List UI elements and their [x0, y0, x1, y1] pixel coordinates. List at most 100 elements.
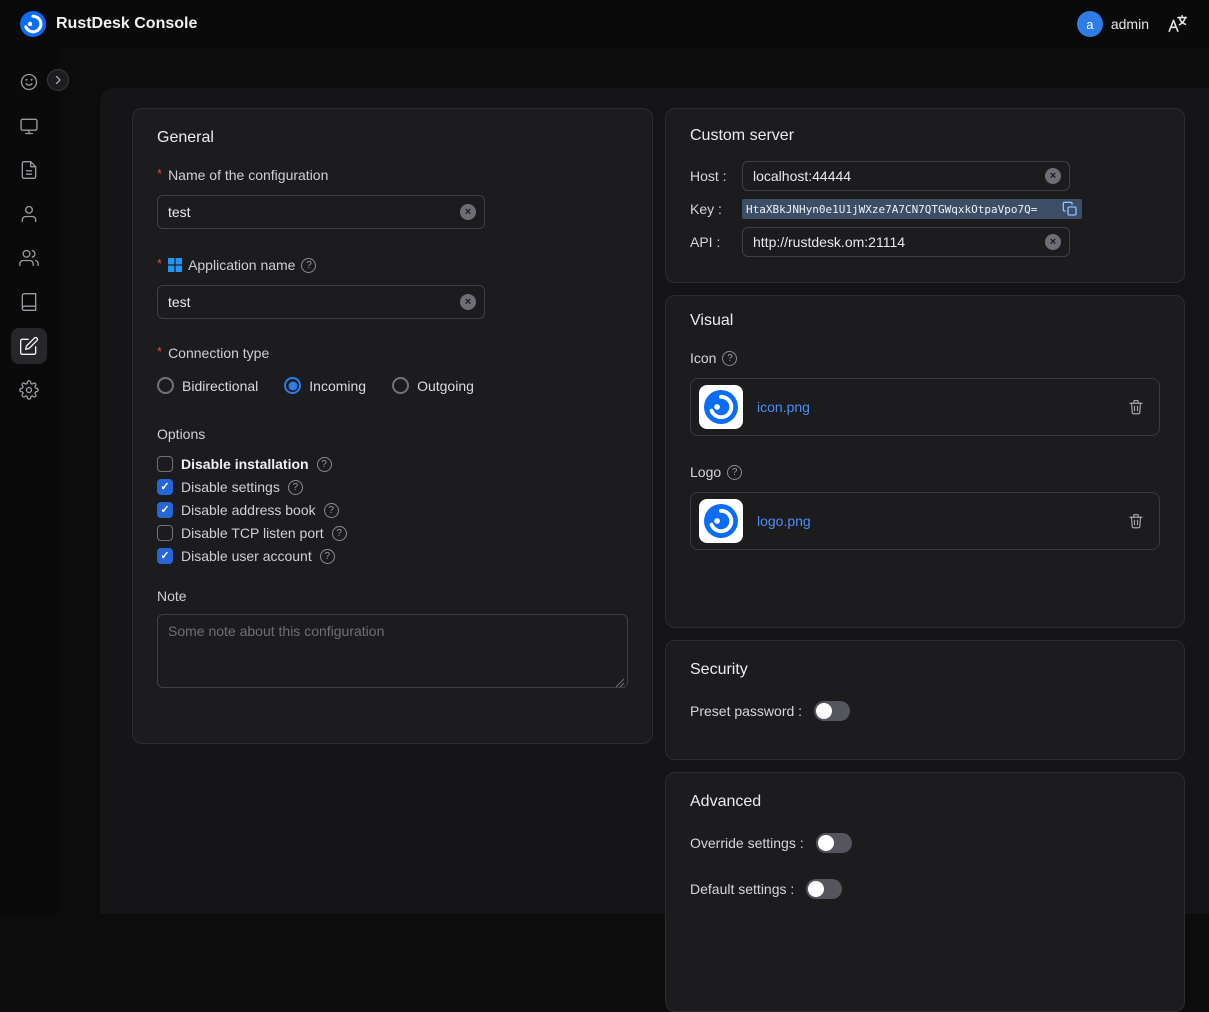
chevron-right-icon	[52, 74, 64, 86]
sidebar	[0, 48, 58, 914]
sidebar-item-devices[interactable]	[11, 108, 47, 144]
radio-incoming[interactable]: Incoming	[284, 377, 366, 394]
visual-title: Visual	[690, 312, 1160, 330]
edit-icon	[19, 336, 39, 356]
document-icon	[19, 160, 39, 180]
custom-server-title: Custom server	[690, 127, 1160, 145]
application-input[interactable]	[168, 294, 454, 310]
preset-password-toggle[interactable]	[814, 701, 850, 721]
general-title: General	[157, 129, 628, 147]
connection-type-group: Bidirectional Incoming Outgoing	[157, 377, 628, 394]
note-textarea[interactable]	[157, 614, 628, 688]
radio-control[interactable]	[284, 377, 301, 394]
checkbox-disable-address-book[interactable]: Disable address book ?	[157, 502, 628, 518]
radio-bidirectional[interactable]: Bidirectional	[157, 377, 258, 394]
sidebar-item-audit-log[interactable]	[11, 284, 47, 320]
checkbox-control[interactable]	[157, 548, 173, 564]
delete-icon-file-icon[interactable]	[1127, 398, 1145, 416]
options-list: Disable installation ? Disable settings …	[157, 456, 628, 564]
icon-preview	[699, 385, 743, 429]
application-input-wrap: ×	[157, 285, 485, 319]
radio-control[interactable]	[392, 377, 409, 394]
app-title: RustDesk Console	[56, 15, 197, 33]
topbar: RustDesk Console a admin	[0, 0, 1209, 48]
help-icon[interactable]: ?	[332, 526, 347, 541]
default-settings-label: Default settings :	[690, 881, 794, 897]
help-icon[interactable]: ?	[317, 457, 332, 472]
help-icon[interactable]: ?	[722, 351, 737, 366]
sidebar-item-user[interactable]	[11, 196, 47, 232]
clear-name-icon[interactable]: ×	[460, 204, 476, 220]
logo-file-link[interactable]: logo.png	[757, 513, 1113, 529]
advanced-title: Advanced	[690, 793, 1160, 811]
help-icon[interactable]: ?	[324, 503, 339, 518]
monitor-icon	[19, 116, 39, 136]
key-value-box: HtaXBkJNHyn0e1U1jWXze7A7CN7QTGWqxkOtpaVp…	[742, 199, 1082, 219]
name-input[interactable]	[168, 204, 454, 220]
main-panel: General * Name of the configuration × *	[100, 88, 1209, 914]
note-label: Note	[157, 588, 628, 604]
required-asterisk: *	[157, 166, 162, 181]
required-asterisk: *	[157, 256, 162, 271]
icon-file-box: icon.png	[690, 378, 1160, 436]
key-label: Key :	[690, 201, 742, 217]
clear-application-icon[interactable]: ×	[460, 294, 476, 310]
sidebar-expand-button[interactable]	[47, 69, 69, 91]
icon-file-link[interactable]: icon.png	[757, 399, 1113, 415]
logo-preview	[699, 499, 743, 543]
checkbox-disable-installation[interactable]: Disable installation ?	[157, 456, 628, 472]
key-value: HtaXBkJNHyn0e1U1jWXze7A7CN7QTGWqxkOtpaVp…	[746, 203, 1058, 216]
general-card: General * Name of the configuration × *	[132, 108, 653, 744]
gear-icon	[19, 380, 39, 400]
security-card: Security Preset password :	[665, 640, 1185, 760]
override-settings-toggle[interactable]	[816, 833, 852, 853]
sidebar-item-console-config[interactable]	[11, 328, 47, 364]
custom-server-card: Custom server Host : × Key : HtaXBkJNHyn…	[665, 108, 1185, 283]
users-icon	[19, 248, 39, 268]
checkbox-disable-tcp-listen-port[interactable]: Disable TCP listen port ?	[157, 525, 628, 541]
api-input-wrap: ×	[742, 227, 1070, 257]
checkbox-control[interactable]	[157, 502, 173, 518]
checkbox-control[interactable]	[157, 456, 173, 472]
checkbox-disable-user-account[interactable]: Disable user account ?	[157, 548, 628, 564]
avatar[interactable]: a	[1077, 11, 1103, 37]
user-name[interactable]: admin	[1111, 16, 1149, 32]
translate-icon[interactable]	[1165, 12, 1189, 36]
name-field-label: * Name of the configuration	[157, 167, 628, 183]
help-icon[interactable]: ?	[301, 258, 316, 273]
api-input[interactable]	[753, 234, 1039, 250]
help-icon[interactable]: ?	[727, 465, 742, 480]
help-icon[interactable]: ?	[320, 549, 335, 564]
advanced-card: Advanced Override settings : Default set…	[665, 772, 1185, 1012]
clear-api-icon[interactable]: ×	[1045, 234, 1061, 250]
name-input-wrap: ×	[157, 195, 485, 229]
sidebar-item-documents[interactable]	[11, 152, 47, 188]
windows-icon	[168, 258, 182, 272]
brand: RustDesk Console	[20, 11, 197, 37]
required-asterisk: *	[157, 344, 162, 359]
user-icon	[19, 204, 39, 224]
security-title: Security	[690, 661, 1160, 679]
logo-label: Logo ?	[690, 464, 1160, 480]
options-label: Options	[157, 426, 628, 442]
sidebar-item-groups[interactable]	[11, 240, 47, 276]
sidebar-item-dashboard[interactable]	[11, 64, 47, 100]
help-icon[interactable]: ?	[288, 480, 303, 495]
default-settings-toggle[interactable]	[806, 879, 842, 899]
radio-control[interactable]	[157, 377, 174, 394]
checkbox-disable-settings[interactable]: Disable settings ?	[157, 479, 628, 495]
checkbox-control[interactable]	[157, 525, 173, 541]
radio-outgoing[interactable]: Outgoing	[392, 377, 474, 394]
host-label: Host :	[690, 168, 742, 184]
rustdesk-logo-icon	[20, 11, 46, 37]
host-input[interactable]	[753, 168, 1039, 184]
clear-host-icon[interactable]: ×	[1045, 168, 1061, 184]
override-settings-label: Override settings :	[690, 835, 804, 851]
sidebar-item-settings[interactable]	[11, 372, 47, 408]
copy-icon[interactable]	[1062, 201, 1078, 217]
preset-password-label: Preset password :	[690, 703, 802, 719]
host-input-wrap: ×	[742, 161, 1070, 191]
delete-logo-file-icon[interactable]	[1127, 512, 1145, 530]
user-menu[interactable]: a admin	[1077, 11, 1149, 37]
checkbox-control[interactable]	[157, 479, 173, 495]
